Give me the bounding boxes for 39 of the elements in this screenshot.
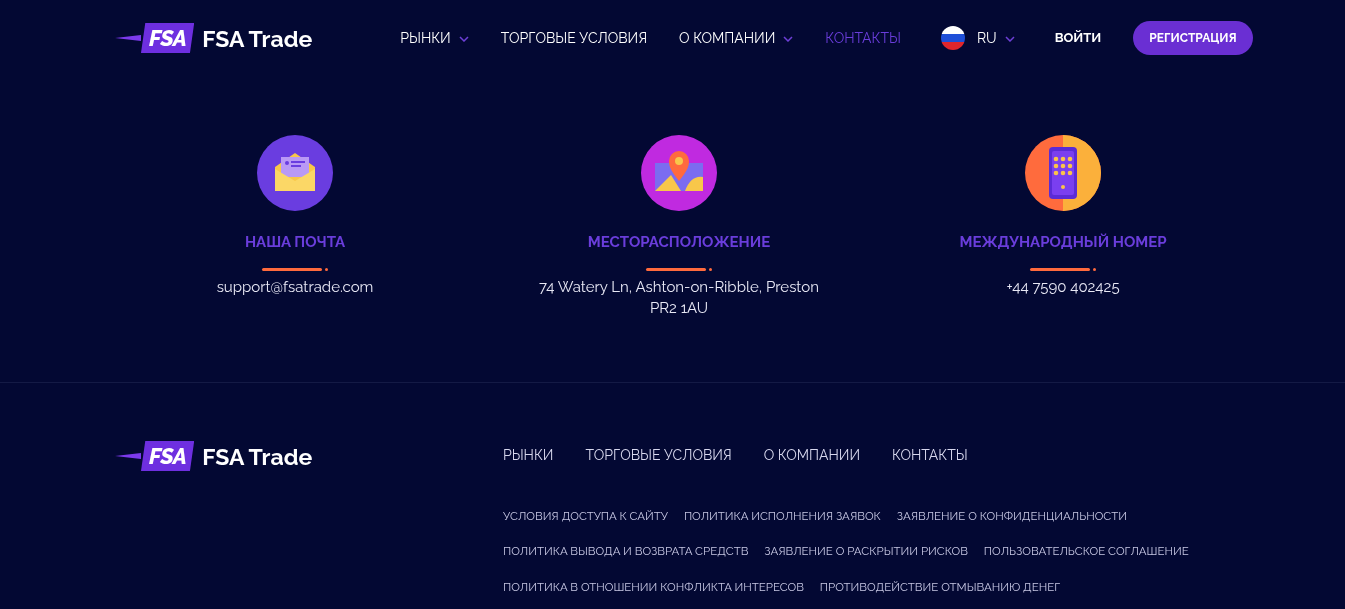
legal-link[interactable]: ПОЛИТИКА ВЫВОДА И ВОЗВРАТА СРЕДСТВ [503, 543, 749, 561]
contact-text: PR2 1AU [648, 297, 710, 319]
legal-link[interactable]: ПРОТИВОДЕЙСТВИЕ ОТМЫВАНИЮ ДЕНЕГ [819, 578, 1061, 596]
footer-nav-link[interactable]: КОНТАКТЫ [892, 445, 968, 466]
nav-link[interactable]: ТОРГОВЫЕ УСЛОВИЯ [500, 27, 648, 49]
logo-mark[interactable]: FSA [141, 23, 195, 53]
contact-text: support@fsatrade.com [216, 276, 374, 298]
language-selector[interactable]: RU [940, 26, 1015, 50]
legal-link[interactable]: УСЛОВИЯ ДОСТУПА К САЙТУ [503, 508, 668, 526]
footer-nav-link[interactable]: РЫНКИ [503, 445, 554, 466]
legal-link[interactable]: ПОЛИТИКА ИСПОЛНЕНИЯ ЗАЯВОК [683, 508, 881, 526]
nav-link[interactable]: РЫНКИ [400, 27, 469, 49]
legal-link[interactable]: ЗАЯВЛЕНИЕ О КОНФИДЕНЦИАЛЬНОСТИ [896, 508, 1127, 526]
contact-text: 74 Watery Ln, Ashton-on-Ribble, Preston [539, 276, 819, 298]
phone-icon [1025, 135, 1101, 211]
accent-underline [1030, 267, 1096, 271]
chevron-down-icon [1004, 36, 1015, 42]
legal-link[interactable]: ПОЛИТИКА В ОТНОШЕНИИ КОНФЛИКТА ИНТЕРЕСОВ [503, 578, 804, 596]
footer-nav-link[interactable]: ТОРГОВЫЕ УСЛОВИЯ [585, 445, 732, 466]
register-button[interactable]: РЕГИСТРАЦИЯ [1133, 21, 1253, 55]
footer-nav-link[interactable]: О КОМПАНИИ [763, 445, 861, 466]
logo-text[interactable]: FSA Trade [202, 444, 313, 468]
legal-link[interactable]: ЗАЯВЛЕНИЕ О РАСКРЫТИИ РИСКОВ [764, 543, 968, 561]
login-link[interactable]: ВОЙТИ [1054, 28, 1102, 48]
nav-link[interactable]: О КОМПАНИИ [679, 27, 794, 49]
flag-icon [940, 26, 965, 50]
logo-mark[interactable]: FSA [141, 441, 195, 471]
accent-underline [262, 267, 328, 271]
chevron-down-icon [458, 36, 469, 42]
contact-title: МЕЖДУНАРОДНЫЙ НОМЕР [959, 232, 1167, 253]
envelope-icon [257, 135, 333, 211]
accent-underline [646, 267, 712, 271]
legal-link[interactable]: ПОЛЬЗОВАТЕЛЬСКОЕ СОГЛАШЕНИЕ [983, 543, 1189, 561]
contact-text: +44 7590 402425 [1006, 276, 1120, 298]
logo-text[interactable]: FSA Trade [202, 26, 313, 50]
contact-title: НАША ПОЧТА [244, 232, 346, 253]
map-pin-icon [641, 135, 717, 211]
chevron-down-icon [783, 36, 794, 42]
contact-title: МЕСТОРАСПОЛОЖЕНИЕ [587, 232, 771, 253]
